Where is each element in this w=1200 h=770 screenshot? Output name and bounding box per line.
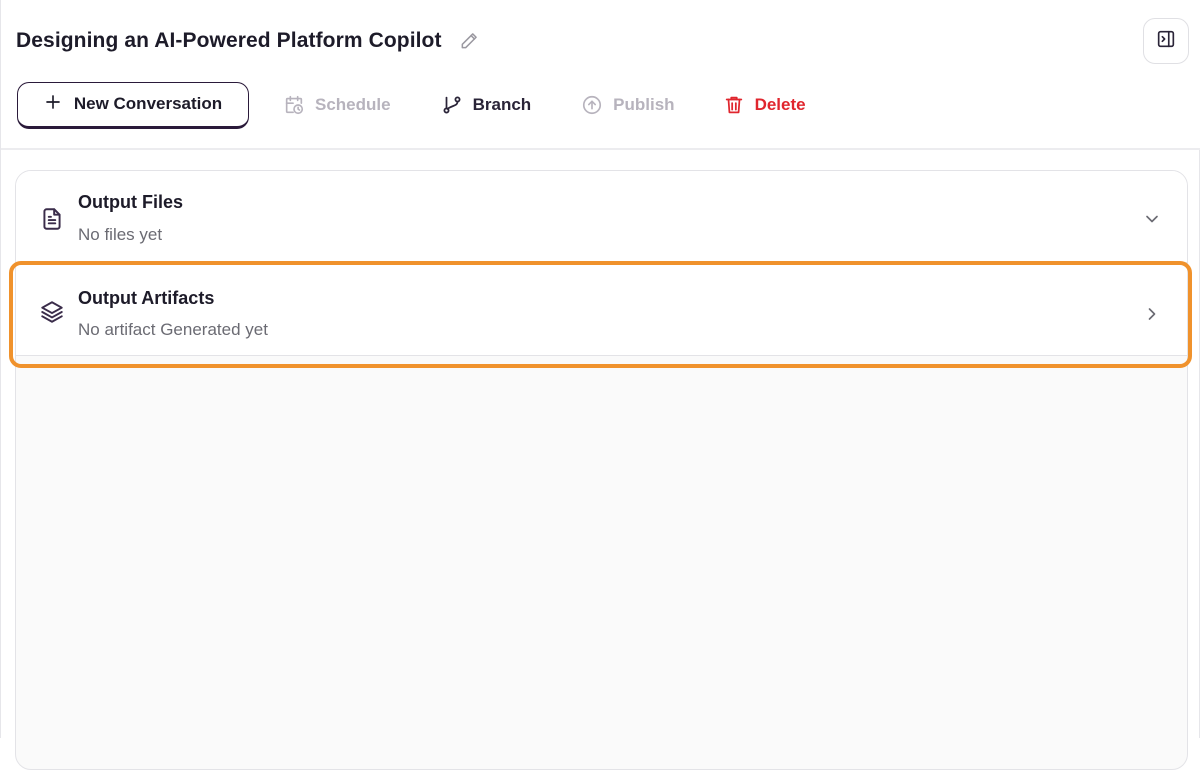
outputs-card: Output Files No files yet Output Artifac… bbox=[15, 170, 1188, 770]
panel-toggle-button[interactable] bbox=[1143, 18, 1189, 64]
page-title: Designing an AI-Powered Platform Copilot bbox=[16, 29, 442, 52]
section-title: Output Files bbox=[78, 192, 183, 212]
section-title: Output Artifacts bbox=[78, 288, 215, 308]
git-branch-icon bbox=[441, 94, 463, 116]
branch-label: Branch bbox=[472, 95, 532, 114]
output-artifacts-section[interactable]: Output Artifacts No artifact Generated y… bbox=[16, 264, 1187, 356]
app-frame: Designing an AI-Powered Platform Copilot bbox=[0, 0, 1200, 770]
section-subtitle: No files yet bbox=[78, 225, 163, 244]
calendar-clock-icon bbox=[283, 94, 305, 116]
new-conversation-button[interactable]: New Conversation bbox=[17, 81, 249, 129]
delete-button[interactable]: Delete bbox=[723, 94, 806, 116]
title-row: Designing an AI-Powered Platform Copilot bbox=[16, 26, 480, 56]
output-files-section[interactable]: Output Files No files yet bbox=[16, 171, 1187, 263]
trash-icon bbox=[723, 94, 745, 116]
schedule-label: Schedule bbox=[315, 95, 391, 114]
publish-button[interactable]: Publish bbox=[581, 94, 675, 116]
plus-icon bbox=[44, 93, 62, 116]
delete-label: Delete bbox=[754, 95, 806, 114]
chevron-down-icon[interactable] bbox=[1141, 208, 1163, 230]
publish-label: Publish bbox=[613, 95, 675, 114]
header: Designing an AI-Powered Platform Copilot bbox=[1, 0, 1200, 150]
chevron-right-icon[interactable] bbox=[1141, 303, 1163, 325]
toolbar: New Conversation Schedule Branch Publish… bbox=[17, 81, 806, 129]
branch-button[interactable]: Branch bbox=[441, 94, 532, 116]
section-subtitle: No artifact Generated yet bbox=[78, 320, 268, 339]
pencil-icon[interactable] bbox=[458, 30, 480, 52]
new-conversation-label: New Conversation bbox=[73, 94, 223, 113]
upload-circle-icon bbox=[581, 94, 603, 116]
schedule-button[interactable]: Schedule bbox=[283, 94, 391, 116]
layers-icon bbox=[38, 298, 66, 326]
file-text-icon bbox=[38, 205, 66, 233]
sidebar-collapse-icon bbox=[1155, 28, 1177, 55]
